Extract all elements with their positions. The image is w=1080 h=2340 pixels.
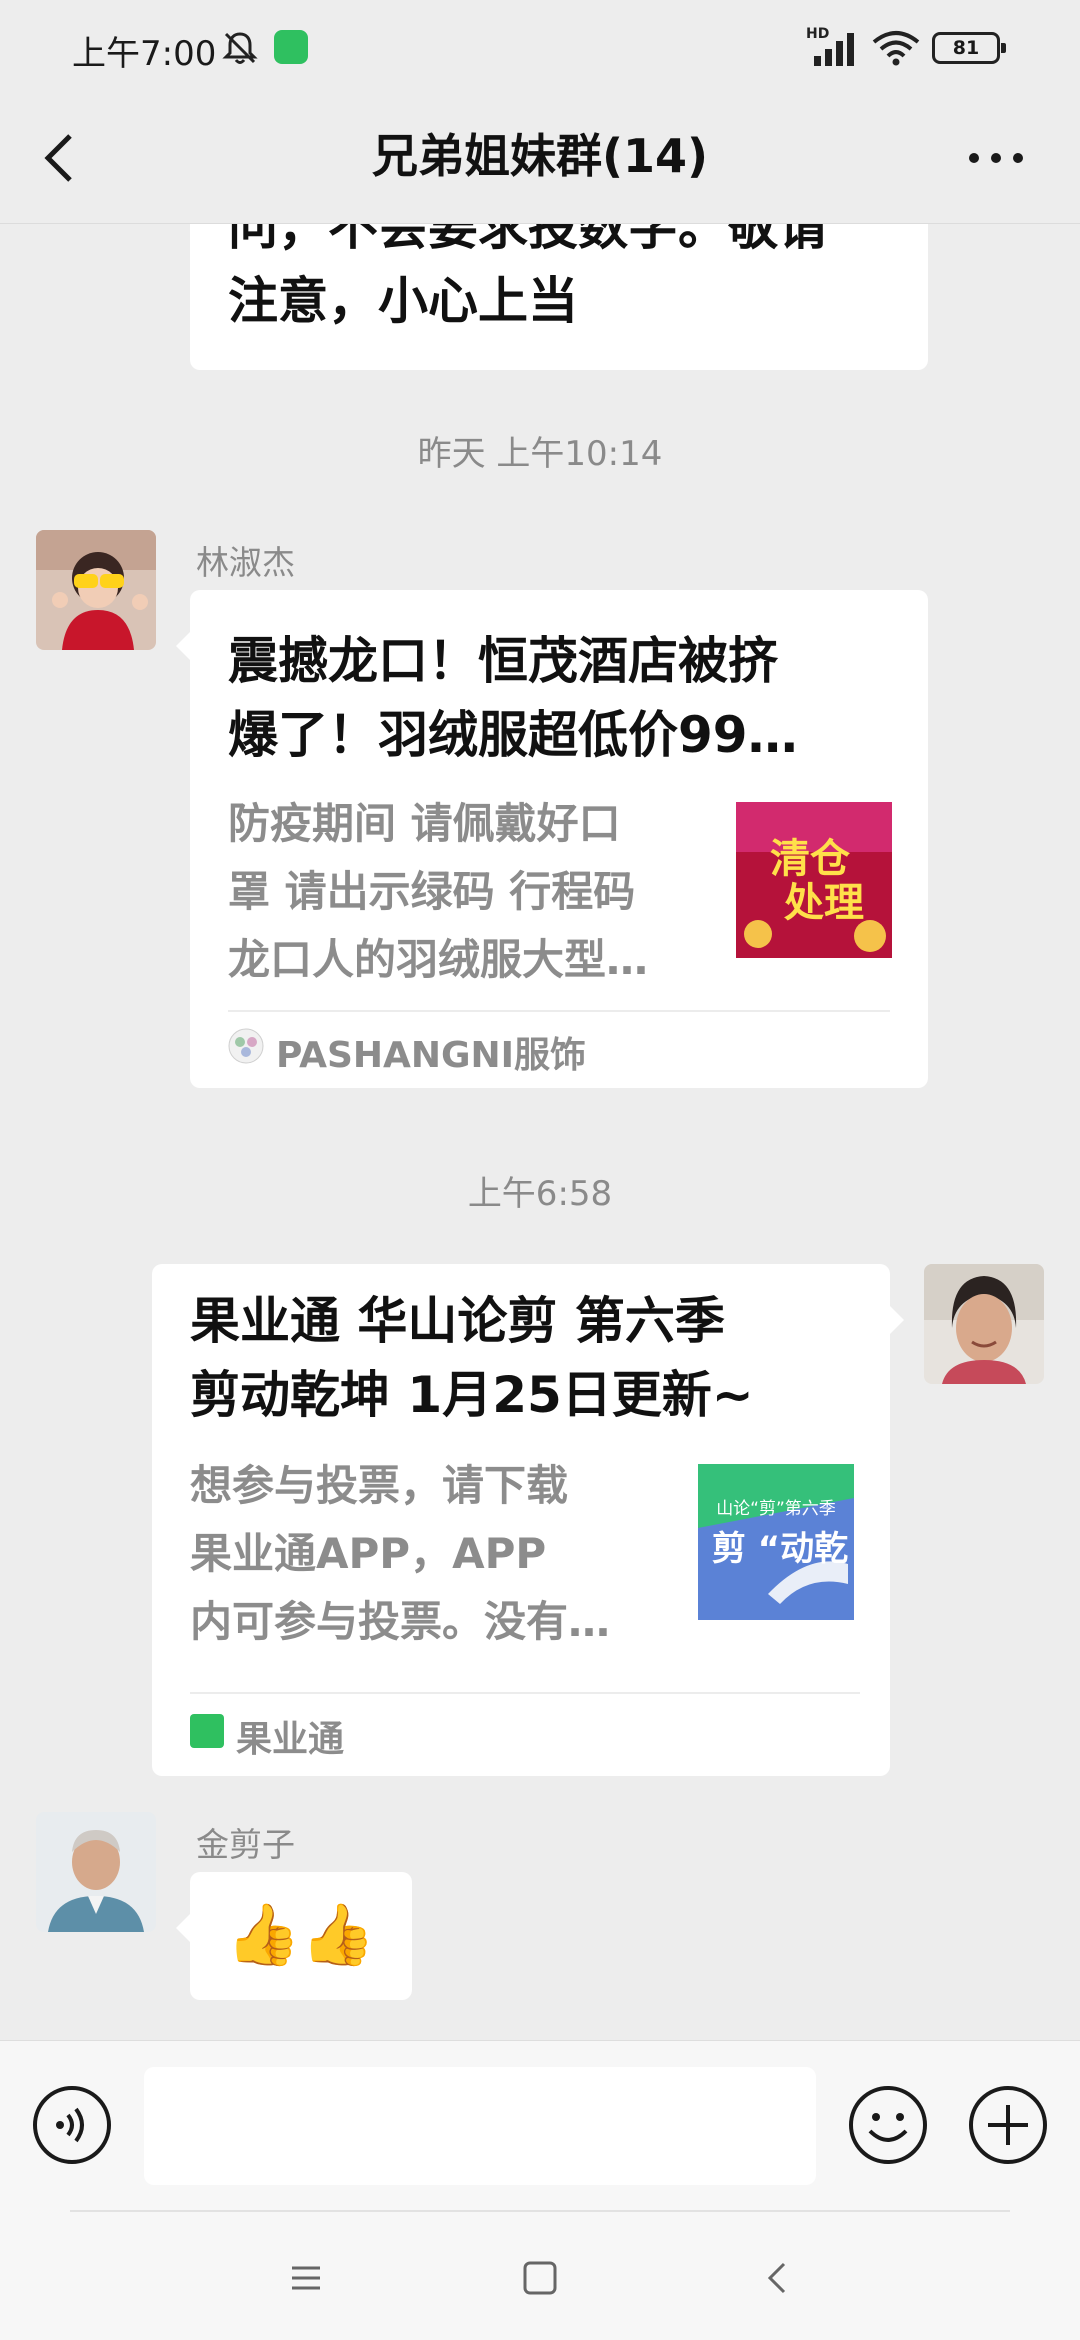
sender-name: 金剪子	[196, 1825, 295, 1864]
card-description: 想参与投票，请下载	[190, 1461, 569, 1510]
status-time: 上午7:00	[72, 34, 217, 74]
status-bar: 上午7:00 HD 81	[0, 0, 1080, 96]
emoji-icon[interactable]	[848, 2085, 928, 2165]
thumb-text: 山论“剪”第六季	[716, 1499, 836, 1519]
app-notification-icon	[274, 30, 308, 64]
menu-icon[interactable]	[284, 2256, 328, 2300]
voice-icon[interactable]	[32, 2085, 112, 2165]
message-text-line: 问，不会要求投数字。敬请	[228, 224, 828, 256]
link-card[interactable]: 果业通 华山论剪 第六季 剪动乾坤 1月25日更新~ 想参与投票，请下载 果业通…	[152, 1264, 904, 1776]
card-description: 龙口人的羽绒服大型…	[228, 935, 649, 984]
chat-scroll-view[interactable]: 问，不会要求投数字。敬请 注意，小心上当 昨天 上午10:14 林淑杰 震撼龙口…	[0, 224, 1080, 2040]
card-thumbnail: 清仓 处理	[736, 802, 892, 958]
card-thumbnail: 山论“剪”第六季 剪 “动乾	[698, 1464, 854, 1620]
thumb-text: 处理	[784, 880, 864, 926]
link-card[interactable]: 震撼龙口！恒茂酒店被挤 爆了！羽绒服超低价99… 防疫期间 请佩戴好口 罩 请出…	[176, 590, 928, 1088]
sender-name: 林淑杰	[196, 543, 295, 582]
plus-icon[interactable]	[968, 2085, 1048, 2165]
card-title: 剪动乾坤 1月25日更新~	[190, 1366, 754, 1424]
card-title: 果业通 华山论剪 第六季	[190, 1292, 725, 1350]
card-source-name: PASHANGNI服饰	[276, 1035, 587, 1076]
wifi-icon	[872, 31, 920, 66]
source-logo-icon	[190, 1714, 224, 1748]
card-description: 果业通APP，APP	[190, 1529, 547, 1578]
thumb-text: 清仓	[770, 836, 851, 882]
title-bar: 兄弟姐妹群(14)	[0, 96, 1080, 224]
mute-bell-icon	[222, 32, 258, 64]
sender-avatar[interactable]	[36, 530, 156, 650]
message-timestamp: 昨天 上午10:14	[417, 434, 663, 474]
sender-avatar[interactable]	[36, 1812, 156, 1932]
self-avatar[interactable]	[924, 1264, 1044, 1384]
signal-icon	[814, 33, 854, 66]
card-divider	[190, 1692, 860, 1694]
card-description: 防疫期间 请佩戴好口	[228, 799, 621, 848]
message-input[interactable]	[144, 2067, 816, 2185]
battery-level: 81	[952, 37, 980, 59]
card-title: 震撼龙口！恒茂酒店被挤	[228, 632, 778, 690]
emoji-message: 👍👍	[226, 1900, 376, 1970]
system-nav-bar	[0, 2210, 1080, 2340]
message-timestamp: 上午6:58	[467, 1174, 613, 1214]
card-title: 爆了！羽绒服超低价99…	[228, 706, 798, 764]
back-icon[interactable]	[756, 2256, 800, 2300]
thumb-text: 剪 “动乾	[712, 1529, 848, 1569]
card-description: 内可参与投票。没有…	[190, 1597, 611, 1646]
message-text-line: 注意，小心上当	[228, 272, 578, 330]
input-bar	[0, 2040, 1080, 2210]
card-divider	[228, 1010, 890, 1012]
source-logo-icon	[228, 1028, 264, 1064]
more-dots-icon[interactable]	[964, 140, 1028, 176]
battery-icon: 81	[932, 32, 1006, 64]
chat-title: 兄弟姐妹群(14)	[371, 129, 709, 183]
card-source-name: 果业通	[236, 1719, 345, 1760]
home-icon[interactable]	[518, 2256, 562, 2300]
message-bubble[interactable]: 问，不会要求投数字。敬请 注意，小心上当	[190, 224, 928, 370]
message-bubble[interactable]: 👍👍	[176, 1872, 412, 2000]
divider	[70, 2210, 1010, 2212]
card-description: 罩 请出示绿码 行程码	[228, 867, 636, 916]
